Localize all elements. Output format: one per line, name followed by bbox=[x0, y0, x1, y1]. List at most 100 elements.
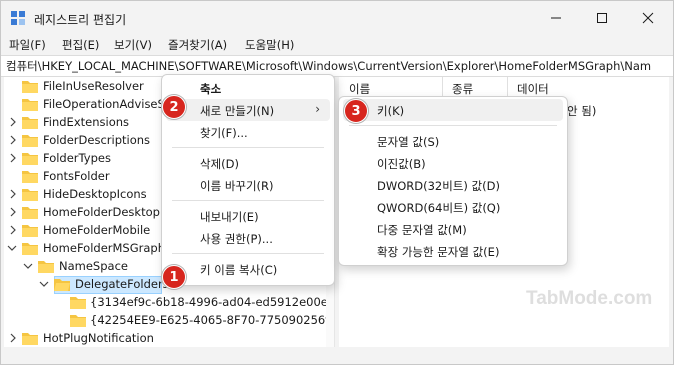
menu-file[interactable]: 파일(F) bbox=[9, 37, 46, 53]
folder-icon bbox=[22, 99, 38, 111]
column-header-data[interactable]: 데이터 bbox=[517, 81, 549, 97]
folder-icon bbox=[22, 225, 38, 237]
open-folder-icon bbox=[54, 279, 70, 291]
tree-item[interactable]: {3134ef9c-6b18-4996-ad04-ed5912e00e bbox=[4, 293, 334, 311]
menu-item-find[interactable]: 찾기(F)... bbox=[166, 121, 330, 143]
chevron-right-icon[interactable] bbox=[8, 116, 18, 128]
menu-item-collapse[interactable]: 축소 bbox=[166, 77, 330, 99]
menu-help[interactable]: 도움말(H) bbox=[245, 37, 294, 53]
step-badge-2: 2 bbox=[162, 95, 186, 119]
tree-item-label: HomeFolderMSGraph bbox=[43, 241, 165, 255]
chevron-right-icon[interactable] bbox=[8, 152, 18, 164]
tree-item[interactable]: {42254EE9-E625-4065-8F70-775090256f bbox=[4, 311, 334, 329]
new-submenu: 키(K) 문자열 값(S) 이진값(B) DWORD(32비트) 값(D) QW… bbox=[338, 96, 568, 266]
menu-item-new[interactable]: 새로 만들기(N) › bbox=[166, 99, 330, 121]
menu-separator bbox=[172, 253, 324, 254]
registry-editor-icon bbox=[11, 11, 25, 25]
folder-icon bbox=[22, 243, 38, 255]
folder-icon bbox=[70, 297, 86, 309]
submenu-item-key[interactable]: 키(K) bbox=[343, 99, 563, 121]
step-badge-1: 1 bbox=[162, 265, 186, 289]
menu-separator bbox=[349, 125, 557, 126]
menu-item-label: 삭제(D) bbox=[200, 157, 239, 171]
menu-separator bbox=[172, 147, 324, 148]
menu-item-rename[interactable]: 이름 바꾸기(R) bbox=[166, 174, 330, 196]
folder-icon bbox=[70, 315, 86, 327]
menu-item-label: 다중 문자열 값(M) bbox=[377, 223, 467, 237]
chevron-right-icon[interactable] bbox=[8, 332, 18, 344]
menu-item-label: 새로 만들기(N) bbox=[200, 104, 275, 118]
menu-item-delete[interactable]: 삭제(D) bbox=[166, 152, 330, 174]
menu-separator bbox=[172, 200, 324, 201]
menu-item-permissions[interactable]: 사용 권한(P)... bbox=[166, 227, 330, 249]
submenu-item-expandable-string[interactable]: 확장 가능한 문자열 값(E) bbox=[343, 240, 563, 262]
menu-edit[interactable]: 편집(E) bbox=[62, 37, 99, 53]
address-bar[interactable]: 컴퓨터\HKEY_LOCAL_MACHINE\SOFTWARE\Microsof… bbox=[1, 55, 673, 77]
folder-icon bbox=[22, 135, 38, 147]
column-separator[interactable] bbox=[442, 77, 443, 97]
submenu-item-string[interactable]: 문자열 값(S) bbox=[343, 130, 563, 152]
submenu-item-qword[interactable]: QWORD(64비트) 값(Q) bbox=[343, 196, 563, 218]
column-header-name[interactable]: 이름 bbox=[349, 81, 370, 97]
menu-favorites[interactable]: 즐겨찾기(A) bbox=[168, 37, 227, 53]
menu-item-copy-key-name[interactable]: 키 이름 복사(C) bbox=[166, 258, 330, 280]
tree-item-label: HomeFolderDesktop bbox=[43, 205, 160, 219]
folder-icon bbox=[22, 189, 38, 201]
tree-item-label: FolderDescriptions bbox=[43, 133, 151, 147]
menu-item-label: 이름 바꾸기(R) bbox=[200, 179, 274, 193]
address-path[interactable]: 컴퓨터\HKEY_LOCAL_MACHINE\SOFTWARE\Microsof… bbox=[6, 58, 651, 74]
tree-item-label: DelegateFolders bbox=[75, 277, 169, 291]
menu-item-label: 축소 bbox=[200, 82, 222, 96]
tree-item[interactable]: HotPlugNotification bbox=[4, 329, 334, 347]
tree-item-label: FileOperationAdviseSi bbox=[43, 97, 169, 111]
chevron-right-icon[interactable] bbox=[8, 224, 18, 236]
tree-item-label: {3134ef9c-6b18-4996-ad04-ed5912e00e bbox=[90, 295, 328, 309]
tree-item-label: HotPlugNotification bbox=[43, 331, 154, 345]
submenu-item-dword[interactable]: DWORD(32비트) 값(D) bbox=[343, 174, 563, 196]
maximize-button[interactable] bbox=[579, 1, 625, 35]
folder-icon bbox=[22, 153, 38, 165]
title-bar[interactable]: 레지스트리 편집기 bbox=[1, 1, 673, 35]
menu-item-label: 문자열 값(S) bbox=[377, 135, 440, 149]
value-data-cell: 안 됨) bbox=[567, 104, 597, 118]
chevron-down-icon[interactable] bbox=[23, 260, 33, 272]
window-title: 레지스트리 편집기 bbox=[34, 13, 127, 27]
tree-item-label: FileInUseResolver bbox=[43, 79, 144, 93]
menu-item-label: 확장 가능한 문자열 값(E) bbox=[377, 245, 500, 259]
column-separator[interactable] bbox=[507, 77, 508, 97]
folder-icon bbox=[22, 333, 38, 345]
tree-item-label: FolderTypes bbox=[43, 151, 111, 165]
tree-item-label: HideDesktopIcons bbox=[43, 187, 147, 201]
menu-bar: 파일(F) 편집(E) 보기(V) 즐겨찾기(A) 도움말(H) bbox=[1, 35, 673, 55]
chevron-down-icon[interactable] bbox=[39, 278, 49, 290]
close-icon bbox=[642, 12, 654, 24]
status-bar bbox=[1, 349, 673, 364]
menu-item-label: 이진값(B) bbox=[377, 157, 426, 171]
menu-item-label: 사용 권한(P)... bbox=[200, 232, 273, 246]
chevron-right-icon[interactable] bbox=[8, 134, 18, 146]
maximize-icon bbox=[597, 13, 607, 23]
close-button[interactable] bbox=[625, 1, 671, 35]
minimize-button[interactable] bbox=[533, 1, 579, 35]
menu-view[interactable]: 보기(V) bbox=[114, 37, 152, 53]
step-badge-3: 3 bbox=[344, 99, 368, 123]
menu-item-label: 찾기(F)... bbox=[200, 126, 248, 140]
submenu-arrow-icon: › bbox=[315, 102, 320, 116]
chevron-right-icon[interactable] bbox=[8, 188, 18, 200]
registry-editor-window: 레지스트리 편집기 파일(F) 편집(E) 보기(V) 즐겨찾기(A) 도움말(… bbox=[0, 0, 674, 365]
menu-item-label: DWORD(32비트) 값(D) bbox=[377, 179, 500, 193]
folder-icon bbox=[38, 261, 54, 273]
minimize-icon bbox=[551, 17, 561, 19]
column-header-type[interactable]: 종류 bbox=[452, 81, 473, 97]
menu-item-label: 키(K) bbox=[377, 104, 405, 118]
tree-item-label: HomeFolderMobile bbox=[43, 223, 151, 237]
context-menu: 축소 새로 만들기(N) › 찾기(F)... 삭제(D) 이름 바꾸기(R) … bbox=[161, 74, 335, 286]
submenu-item-multi-string[interactable]: 다중 문자열 값(M) bbox=[343, 218, 563, 240]
folder-icon bbox=[22, 207, 38, 219]
chevron-right-icon[interactable] bbox=[8, 206, 18, 218]
menu-item-label: 키 이름 복사(C) bbox=[200, 263, 278, 277]
submenu-item-binary[interactable]: 이진값(B) bbox=[343, 152, 563, 174]
menu-item-export[interactable]: 내보내기(E) bbox=[166, 205, 330, 227]
chevron-down-icon[interactable] bbox=[7, 242, 17, 254]
menu-item-label: 내보내기(E) bbox=[200, 210, 259, 224]
